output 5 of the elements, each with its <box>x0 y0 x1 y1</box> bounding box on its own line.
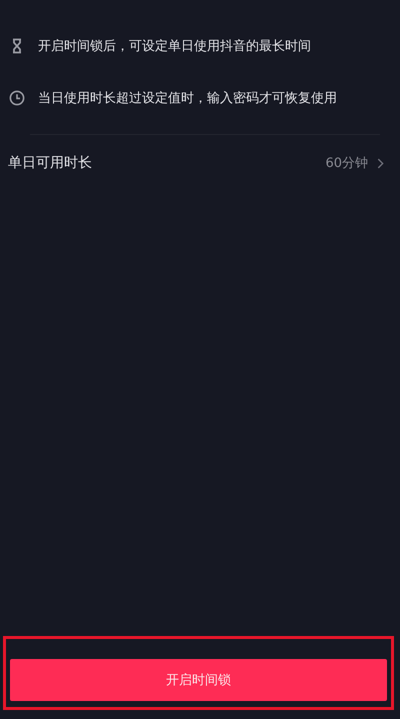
setting-row[interactable]: 单日可用时长 60分钟 <box>0 135 400 191</box>
tip-text: 开启时间锁后，可设定单日使用抖音的最长时间 <box>38 38 311 55</box>
tip-text: 当日使用时长超过设定值时，输入密码才可恢复使用 <box>38 90 337 107</box>
clock-icon <box>9 90 25 106</box>
chevron-right-icon <box>377 158 384 168</box>
